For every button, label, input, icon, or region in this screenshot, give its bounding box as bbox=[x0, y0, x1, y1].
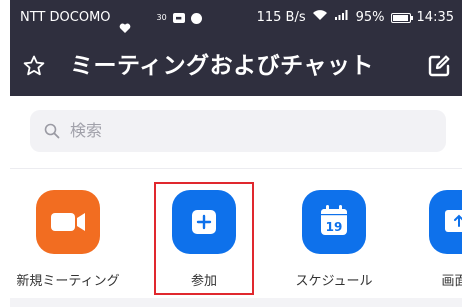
schedule-label: スケジュール bbox=[295, 274, 373, 289]
app-header: ミーティングおよびチャット bbox=[10, 36, 462, 96]
new-meeting-label: 新規ミーティング bbox=[16, 274, 120, 289]
video-camera-icon bbox=[51, 213, 85, 231]
page-title: ミーティングおよびチャット bbox=[70, 53, 374, 79]
calendar-day-text: 19 bbox=[326, 220, 343, 234]
wifi-icon bbox=[312, 0, 328, 36]
search-placeholder: 検索 bbox=[70, 121, 103, 140]
calendar-icon: 19 bbox=[321, 205, 347, 235]
share-screen-label: 画面の bbox=[441, 274, 462, 289]
cell-signal-icon bbox=[334, 0, 350, 36]
clock-time: 14:35 bbox=[416, 10, 454, 25]
share-screen-tile[interactable] bbox=[429, 190, 462, 254]
battery-icon bbox=[390, 13, 413, 23]
share-screen-icon bbox=[445, 210, 462, 232]
search-icon bbox=[44, 123, 60, 139]
network-speed: 115 B/s bbox=[256, 10, 306, 25]
star-icon[interactable] bbox=[22, 54, 46, 78]
battery-fill bbox=[392, 15, 408, 21]
new-meeting-button[interactable]: 新規ミーティング bbox=[13, 190, 123, 300]
search-input[interactable]: 検索 bbox=[30, 110, 446, 152]
schedule-button[interactable]: 19 スケジュール bbox=[279, 190, 389, 300]
section-divider bbox=[10, 168, 462, 169]
app-screen: NTT DOCOMO 30 ▬ 115 B/s 95% 14:35 ミーティング… bbox=[10, 0, 462, 307]
share-screen-button[interactable]: 画面の bbox=[406, 190, 462, 300]
battery-percent: 95% bbox=[355, 10, 385, 25]
new-meeting-tile[interactable] bbox=[36, 190, 100, 254]
status-bar: NTT DOCOMO 30 ▬ 115 B/s 95% 14:35 bbox=[10, 0, 462, 36]
schedule-tile[interactable]: 19 bbox=[302, 190, 366, 254]
edit-icon[interactable] bbox=[426, 53, 452, 79]
heart-icon bbox=[119, 13, 131, 33]
join-highlight-frame bbox=[154, 182, 254, 295]
mail-icon: ▬ bbox=[172, 13, 185, 23]
signal-small-label: 30 bbox=[156, 13, 167, 22]
bottom-divider bbox=[10, 298, 462, 307]
carrier-name: NTT DOCOMO bbox=[20, 10, 111, 25]
app-notification-icon bbox=[190, 12, 202, 24]
